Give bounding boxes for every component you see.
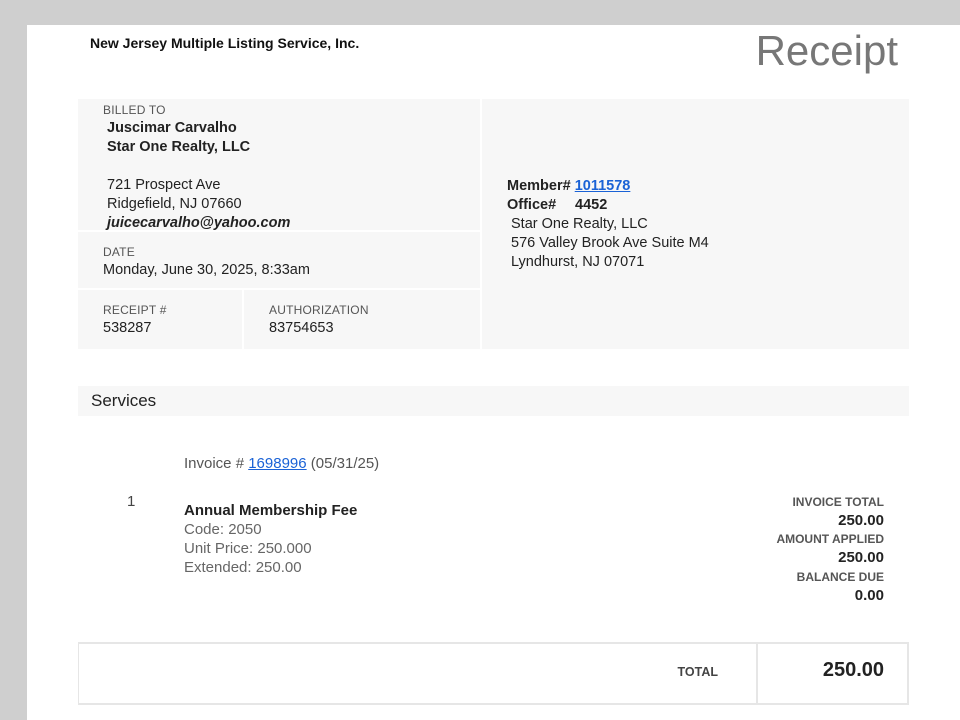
- billed-to-address-line1: 721 Prospect Ave: [107, 177, 221, 193]
- total-row: TOTAL 250.00: [78, 642, 909, 705]
- amount-applied-label: AMOUNT APPLIED: [776, 532, 884, 546]
- receipt-page: New Jersey Multiple Listing Service, Inc…: [27, 25, 960, 720]
- total-value: 250.00: [822, 659, 884, 681]
- member-number-link[interactable]: 1011578: [575, 178, 631, 194]
- total-divider: [756, 644, 758, 703]
- total-label: TOTAL: [677, 665, 718, 679]
- invoice-number-link[interactable]: 1698996: [248, 455, 306, 472]
- date-section: DATE Monday, June 30, 2025, 8:33am: [78, 232, 480, 288]
- invoice-date: (05/31/25): [310, 455, 380, 472]
- balance-due-value: 0.00: [854, 587, 884, 604]
- office-label: Office#: [507, 197, 557, 213]
- billed-to-email: juicecarvalho@yahoo.com: [107, 215, 291, 231]
- invoice-prefix: Invoice #: [184, 455, 245, 472]
- billed-to-address-line2: Ridgefield, NJ 07660: [107, 196, 242, 212]
- authorization-section: AUTHORIZATION 83754653: [244, 290, 480, 349]
- receipt-info-block: BILLED TO Juscimar Carvalho Star One Rea…: [78, 99, 909, 349]
- balance-due-label: BALANCE DUE: [796, 570, 884, 584]
- page-title: Receipt: [755, 27, 898, 74]
- line-number: 1: [127, 493, 136, 510]
- receipt-number-section: RECEIPT # 538287: [78, 290, 242, 349]
- item-unit-price: Unit Price: 250.000: [184, 540, 312, 557]
- member-line: Member# 1011578: [507, 178, 630, 194]
- item-code: Code: 2050: [184, 521, 262, 538]
- office-address-line2: Lyndhurst, NJ 07071: [511, 254, 645, 270]
- authorization-label: AUTHORIZATION: [269, 303, 369, 317]
- billed-to-name: Juscimar Carvalho: [107, 120, 237, 136]
- item-title: Annual Membership Fee: [184, 502, 358, 519]
- invoice-total-value: 250.00: [838, 512, 884, 529]
- authorization-value: 83754653: [269, 320, 334, 336]
- item-extended: Extended: 250.00: [184, 559, 302, 576]
- office-number: 4452: [575, 197, 608, 213]
- member-section: Member# 1011578 Office# 4452 Star One Re…: [482, 99, 909, 349]
- date-label: DATE: [103, 245, 135, 259]
- billed-to-section: BILLED TO Juscimar Carvalho Star One Rea…: [78, 99, 480, 231]
- services-heading: Services: [91, 391, 157, 410]
- amount-applied-value: 250.00: [838, 549, 884, 566]
- date-value: Monday, June 30, 2025, 8:33am: [103, 262, 310, 278]
- receipt-number-label: RECEIPT #: [103, 303, 167, 317]
- receipt-number-value: 538287: [103, 320, 152, 336]
- invoice-line: Invoice # 1698996 (05/31/25): [184, 455, 379, 472]
- billed-to-label: BILLED TO: [103, 103, 166, 117]
- office-address-line1: 576 Valley Brook Ave Suite M4: [511, 235, 709, 251]
- services-header: Services: [78, 386, 909, 416]
- invoice-total-label: INVOICE TOTAL: [792, 495, 884, 509]
- organization-name: New Jersey Multiple Listing Service, Inc…: [90, 35, 360, 51]
- office-name: Star One Realty, LLC: [511, 216, 648, 232]
- member-label: Member#: [507, 178, 571, 194]
- billed-to-company: Star One Realty, LLC: [107, 139, 251, 155]
